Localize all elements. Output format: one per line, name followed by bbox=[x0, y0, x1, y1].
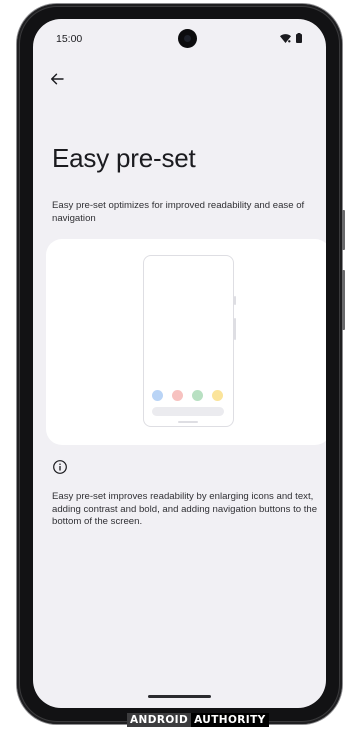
power-button bbox=[342, 210, 345, 250]
info-text: Easy pre-set improves readability by enl… bbox=[52, 491, 318, 527]
watermark: ANDROID AUTHORITY bbox=[127, 713, 269, 727]
battery-icon bbox=[296, 33, 302, 43]
watermark-part2: AUTHORITY bbox=[191, 713, 269, 727]
illustration-volume-button bbox=[234, 318, 236, 340]
volume-button bbox=[342, 270, 345, 330]
watermark-part1: ANDROID bbox=[127, 713, 192, 727]
illustration-dot-blue bbox=[152, 390, 163, 401]
illustration-app-dots bbox=[152, 390, 223, 401]
illustration-dot-green bbox=[192, 390, 203, 401]
device-screenshot: 15:00 Easy pre-set Easy pre-set optimize… bbox=[0, 0, 359, 729]
info-icon bbox=[53, 460, 67, 474]
gesture-nav-handle[interactable] bbox=[148, 695, 211, 698]
status-time: 15:00 bbox=[56, 33, 83, 45]
illustration-dot-red bbox=[172, 390, 183, 401]
back-button[interactable] bbox=[45, 67, 69, 91]
status-icons bbox=[280, 33, 302, 43]
front-camera bbox=[178, 29, 197, 48]
phone-illustration bbox=[143, 255, 236, 427]
screen: 15:00 Easy pre-set Easy pre-set optimize… bbox=[33, 19, 326, 708]
illustration-card bbox=[46, 239, 326, 445]
page-description: Easy pre-set optimizes for improved read… bbox=[52, 200, 305, 224]
status-bar: 15:00 bbox=[33, 19, 326, 59]
illustration-search-bar bbox=[152, 407, 224, 416]
arrow-back-icon bbox=[51, 73, 64, 85]
wifi-icon bbox=[280, 33, 291, 43]
illustration-side-button bbox=[234, 296, 236, 305]
illustration-dot-yellow bbox=[212, 390, 223, 401]
illustration-nav-handle bbox=[178, 421, 198, 423]
page-title: Easy pre-set bbox=[52, 143, 196, 173]
